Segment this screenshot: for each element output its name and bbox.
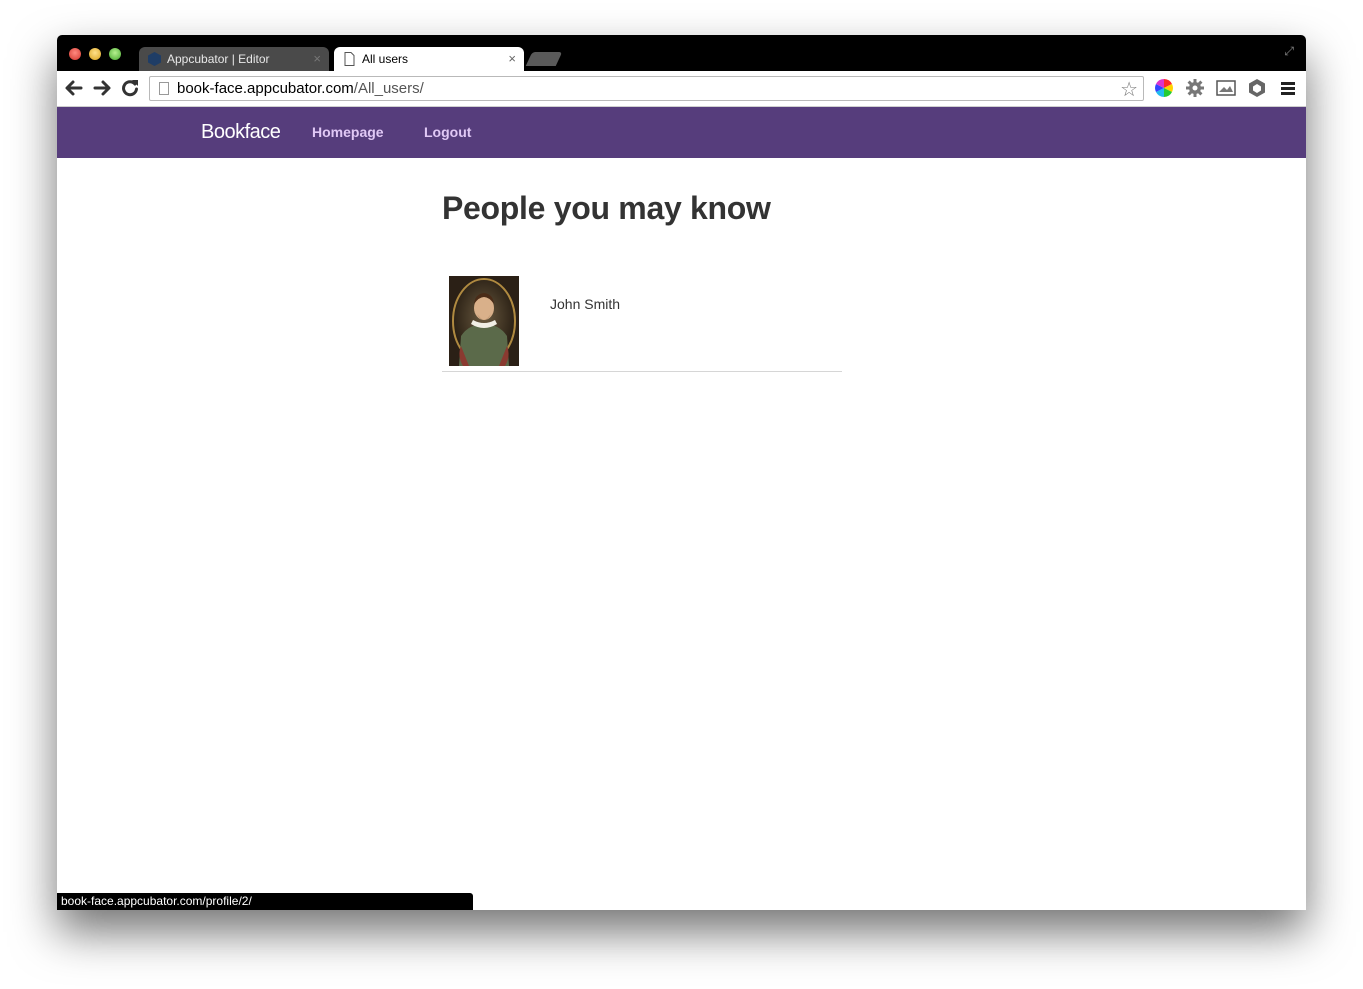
site-navbar: Bookface Homepage Logout — [57, 107, 1306, 158]
browser-toolbar: book-face.appcubator.com/All_users/ ☆ — [57, 71, 1306, 107]
new-tab-button[interactable] — [525, 52, 563, 66]
nav-logout-link[interactable]: Logout — [424, 124, 471, 140]
tab-close-icon[interactable]: × — [313, 47, 321, 71]
forward-button[interactable] — [90, 76, 114, 100]
list-item[interactable]: John Smith — [442, 275, 842, 372]
color-picker-extension-icon[interactable] — [1154, 78, 1174, 98]
address-bar[interactable]: book-face.appcubator.com/All_users/ ☆ — [149, 76, 1144, 101]
url-path: /All_users/ — [353, 80, 424, 97]
tab-title: Appcubator | Editor — [167, 52, 270, 66]
nav-homepage-link[interactable]: Homepage — [312, 124, 384, 140]
appcubator-favicon-icon — [148, 52, 161, 66]
bookmark-star-icon[interactable]: ☆ — [1120, 77, 1138, 102]
fullscreen-icon[interactable]: ⤢ — [1284, 44, 1294, 59]
window-minimize-button[interactable] — [89, 48, 101, 60]
user-avatar[interactable] — [449, 276, 519, 366]
forward-arrow-icon — [93, 80, 111, 96]
brand-logo[interactable]: Bookface — [201, 121, 281, 144]
portrait-image — [449, 276, 519, 366]
reload-icon — [122, 80, 138, 97]
back-button[interactable] — [62, 76, 86, 100]
window-maximize-button[interactable] — [109, 48, 121, 60]
status-bar-url: book-face.appcubator.com/profile/2/ — [57, 893, 473, 910]
tab-close-icon[interactable]: × — [508, 47, 516, 71]
window-close-button[interactable] — [69, 48, 81, 60]
menu-icon[interactable] — [1278, 78, 1298, 98]
document-favicon-icon — [344, 52, 355, 66]
reload-button[interactable] — [118, 76, 142, 100]
tab-strip: Appcubator | Editor × All users × ⤢ — [57, 35, 1306, 72]
main-content: People you may know — [442, 190, 842, 227]
url-host: book-face.appcubator.com — [177, 80, 354, 97]
back-arrow-icon — [65, 80, 83, 96]
user-name-link[interactable]: John Smith — [550, 296, 620, 312]
tab-title: All users — [362, 52, 409, 66]
hexagon-extension-icon[interactable] — [1247, 78, 1267, 98]
screenshot-extension-icon[interactable] — [1216, 78, 1236, 98]
gear-icon[interactable] — [1185, 78, 1205, 98]
browser-window: Appcubator | Editor × All users × ⤢ book… — [57, 35, 1306, 910]
tab-all-users[interactable]: All users × — [334, 47, 524, 72]
page-icon — [159, 82, 169, 95]
address-url[interactable]: book-face.appcubator.com/All_users/ — [177, 80, 424, 97]
page-title: People you may know — [442, 190, 771, 226]
tab-appcubator-editor[interactable]: Appcubator | Editor × — [139, 47, 329, 71]
